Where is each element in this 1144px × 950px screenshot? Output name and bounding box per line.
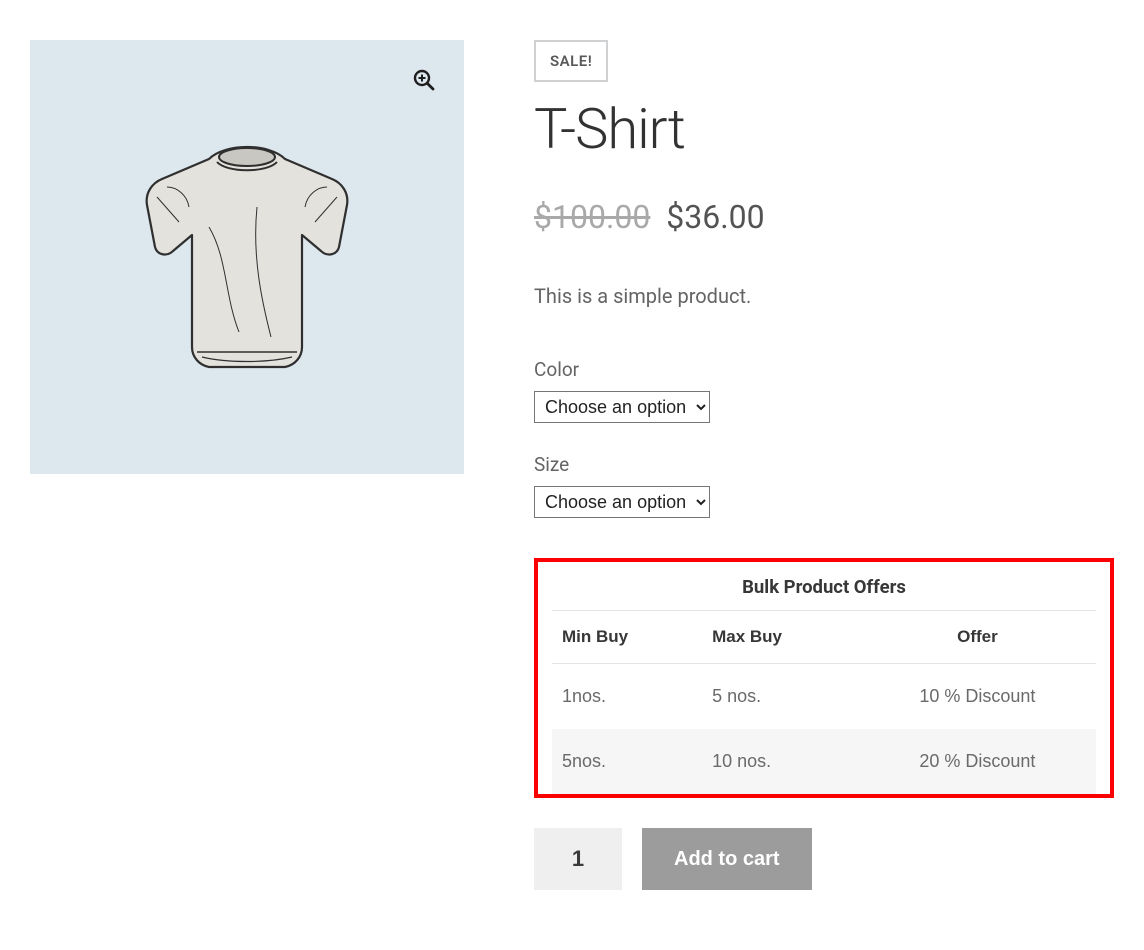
size-select[interactable]: Choose an option <box>534 486 710 518</box>
variation-color: Color Choose an option <box>534 358 1114 423</box>
product-title: T-Shirt <box>534 96 1114 162</box>
sale-badge: SALE! <box>534 40 608 82</box>
product-summary: SALE! T-Shirt $100.00 $36.00 This is a s… <box>534 40 1114 890</box>
color-label: Color <box>534 358 1114 381</box>
col-min-buy: Min Buy <box>552 611 702 664</box>
bulk-offers-table: Min Buy Max Buy Offer 1nos. 5 nos. 10 % … <box>552 611 1096 794</box>
bulk-offers-box: Bulk Product Offers Min Buy Max Buy Offe… <box>534 558 1114 798</box>
col-max-buy: Max Buy <box>702 611 859 664</box>
add-to-cart-button[interactable]: Add to cart <box>642 828 812 890</box>
product-image-gallery[interactable] <box>30 40 464 474</box>
original-price: $100.00 <box>534 198 650 236</box>
product-price: $100.00 $36.00 <box>534 198 1114 236</box>
cart-actions: Add to cart <box>534 828 1114 890</box>
magnify-plus-icon <box>412 68 436 92</box>
col-offer: Offer <box>859 611 1096 664</box>
size-label: Size <box>534 453 1114 476</box>
product-image-tshirt <box>97 107 397 407</box>
table-row: 1nos. 5 nos. 10 % Discount <box>552 664 1096 730</box>
bulk-offers-title: Bulk Product Offers <box>552 570 1096 611</box>
variation-size: Size Choose an option <box>534 453 1114 518</box>
table-row: 5nos. 10 nos. 20 % Discount <box>552 729 1096 794</box>
zoom-button[interactable] <box>408 64 440 96</box>
quantity-input[interactable] <box>534 828 622 890</box>
product-description: This is a simple product. <box>534 284 1114 308</box>
color-select[interactable]: Choose an option <box>534 391 710 423</box>
sale-price: $36.00 <box>666 198 764 236</box>
